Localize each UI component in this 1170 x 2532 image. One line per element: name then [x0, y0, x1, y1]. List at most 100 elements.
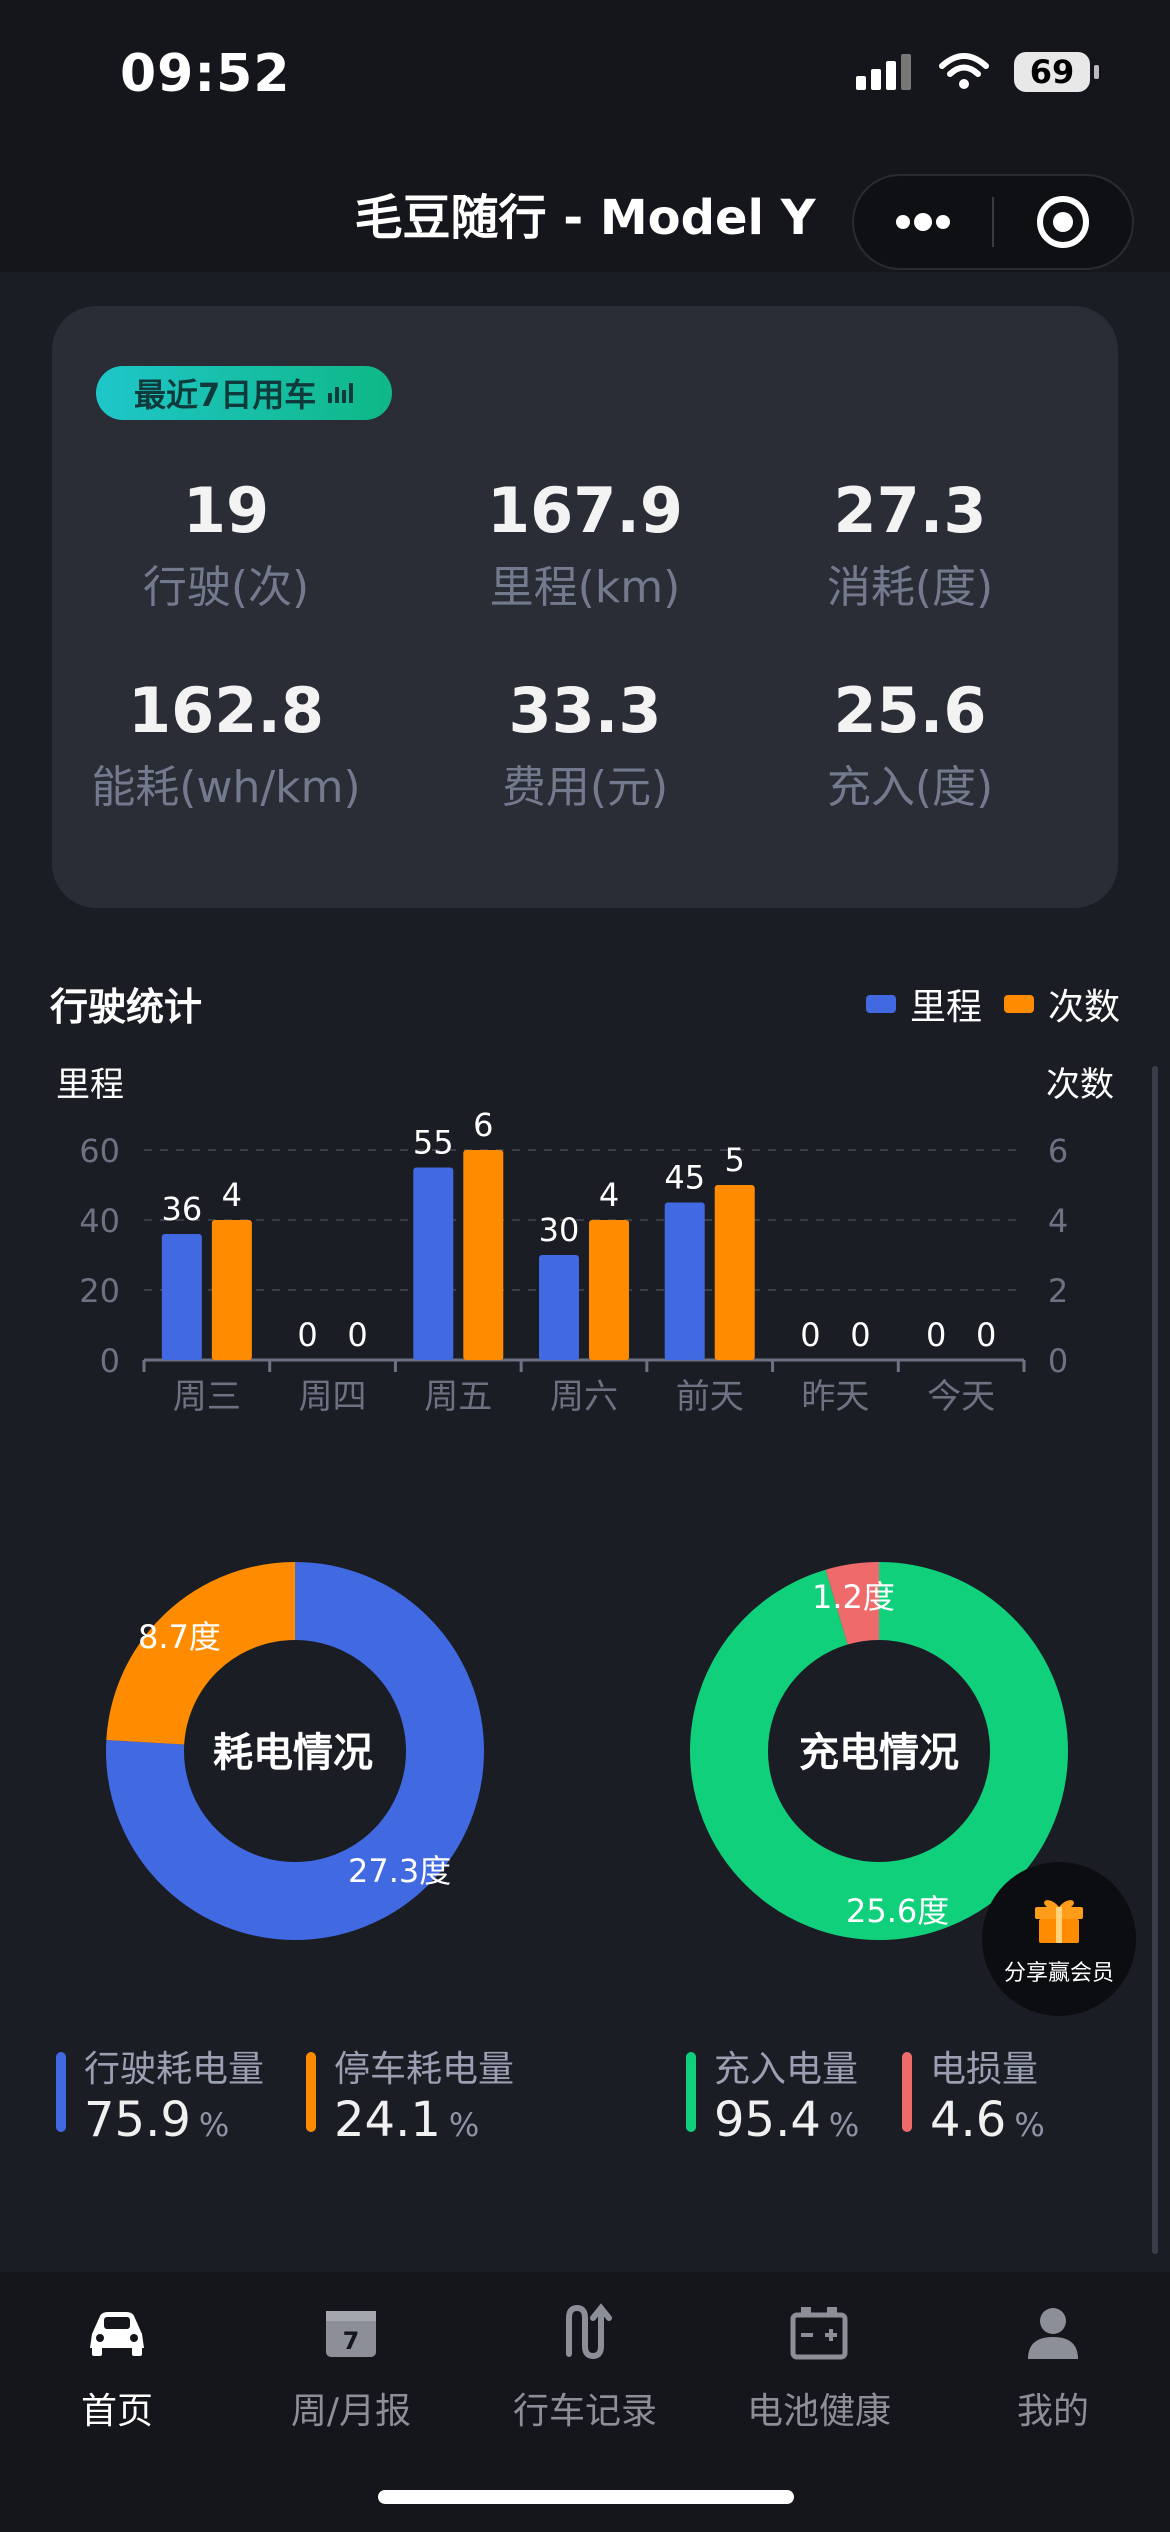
wifi-icon: [939, 53, 989, 89]
tab-trip-records[interactable]: 行车记录: [468, 2292, 702, 2434]
pct-name: 充入电量: [714, 2049, 859, 2090]
route-icon: [566, 2303, 612, 2360]
stat-label: 行驶(次): [142, 562, 310, 613]
bar-mileage: [161, 1234, 202, 1360]
svg-text:7: 7: [343, 2327, 360, 2355]
pct-unit: %: [1014, 2106, 1045, 2144]
legend-swatch-count: [1003, 995, 1034, 1013]
pct-unit: %: [828, 2106, 860, 2144]
data-label-mileage: 30: [539, 1211, 580, 1249]
stat-mileage: 167.9 里程(km): [415, 474, 755, 615]
tab-label: 电池健康: [746, 2391, 891, 2432]
pct-value: 95.4: [714, 2092, 821, 2148]
tab-battery-health[interactable]: 电池健康: [702, 2292, 936, 2434]
data-label-mileage: 55: [413, 1124, 454, 1162]
bar-count: [714, 1185, 755, 1360]
data-label-mileage: 0: [297, 1316, 317, 1354]
pct-bar-driving: [56, 2052, 66, 2132]
pct-bar-charged: [686, 2052, 696, 2132]
stat-label: 费用(元): [501, 762, 669, 813]
data-label-count: 4: [599, 1176, 619, 1214]
data-label-count: 5: [725, 1141, 745, 1179]
nav-bar: 毛豆随行 - Model Y: [0, 150, 1170, 272]
consumption-donut-label: 耗电情况: [213, 1730, 373, 1776]
data-label-count: 4: [222, 1176, 242, 1214]
bar-count: [463, 1150, 504, 1360]
legend-count[interactable]: 次数: [1003, 978, 1120, 1030]
summary-card: 最近7日用车 19 行驶(次) 167.9 里程(km) 27.3 消耗(度) …: [52, 306, 1118, 908]
pct-name: 行驶耗电量: [84, 2049, 265, 2090]
y-tick-label: 0: [100, 1342, 120, 1380]
pct-value: 75.9: [84, 2092, 191, 2148]
stat-value: 25.6: [833, 674, 987, 747]
stat-label: 充入(度): [826, 762, 994, 813]
stat-value: 167.9: [486, 474, 684, 547]
charged-value: 25.6度: [846, 1892, 950, 1930]
stat-label: 能耗(wh/km): [91, 762, 361, 813]
pct-unit: %: [448, 2106, 480, 2144]
share-member-button[interactable]: 分享赢会员: [982, 1862, 1136, 2016]
bar-mileage: [413, 1167, 454, 1360]
stat-value: 27.3: [833, 474, 987, 547]
pct-value: 4.6: [930, 2092, 1007, 2148]
stat-value: 162.8: [127, 674, 325, 747]
driving-consumption-value: 27.3度: [348, 1852, 452, 1890]
y2-axis-title: 次数: [1046, 1065, 1114, 1105]
x-tick-label: 周六: [550, 1377, 618, 1417]
scrollbar[interactable]: [1152, 1066, 1158, 2254]
bar-count: [589, 1220, 629, 1360]
y-axis-title: 里程: [56, 1065, 124, 1105]
pct-bar-loss: [902, 2052, 912, 2132]
data-label-mileage: 0: [800, 1316, 820, 1354]
y-tick-label: 40: [79, 1202, 120, 1240]
tab-bar: 首页 7 周/月报 行车记录 电池健康 我的: [0, 2272, 1170, 2532]
tab-home[interactable]: 首页: [0, 2292, 234, 2434]
more-button[interactable]: [854, 176, 992, 268]
drive-stats-title: 行驶统计: [50, 985, 203, 1029]
signal-icon: [856, 54, 911, 90]
y-tick-label: 60: [79, 1132, 120, 1170]
bar-count: [211, 1220, 252, 1360]
battery-icon: [790, 2307, 848, 2360]
tab-label: 行车记录: [512, 2391, 657, 2432]
car-icon: [90, 2312, 144, 2356]
pct-name: 停车耗电量: [334, 2049, 515, 2090]
target-icon: [1037, 196, 1089, 248]
tab-mine[interactable]: 我的: [936, 2292, 1170, 2434]
charging-loss-value: 1.2度: [812, 1578, 895, 1616]
stat-value: 33.3: [508, 674, 662, 747]
home-indicator: [378, 2490, 794, 2504]
stat-charged: 25.6 充入(度): [740, 674, 1080, 815]
stat-trips: 19 行驶(次): [56, 474, 396, 615]
x-tick-label: 昨天: [801, 1377, 869, 1417]
charged-pct: 充入电量 95.4%: [686, 2040, 859, 2148]
x-tick-label: 前天: [676, 1377, 744, 1417]
legend-count-label: 次数: [1047, 987, 1120, 1028]
tab-label: 首页: [80, 2391, 153, 2432]
drive-stats-chart: 里程 次数02040600246周三36 4周四0 0周五55 6周六304前天45 5昨…: [56, 1065, 1114, 1417]
mini-program-capsule: [852, 174, 1134, 270]
y2-tick-label: 0: [1048, 1342, 1068, 1380]
user-icon: [1028, 2308, 1078, 2359]
legend-swatch-mileage: [865, 995, 896, 1013]
recent-7-days-badge[interactable]: 最近7日用车: [96, 366, 393, 420]
loss-pct: 电损量 4.6%: [902, 2040, 1045, 2148]
status-time: 09:52: [120, 44, 291, 104]
stat-value: 19: [182, 474, 270, 547]
data-label-count: 0: [347, 1316, 367, 1354]
y2-tick-label: 2: [1048, 1272, 1068, 1310]
close-button[interactable]: [994, 176, 1132, 268]
parking-consumption-value: 8.7度: [138, 1618, 221, 1656]
pct-unit: %: [198, 2106, 230, 2144]
data-label-count: 0: [976, 1316, 996, 1354]
y2-tick-label: 4: [1048, 1202, 1068, 1240]
pct-bar-parking: [306, 2052, 316, 2132]
legend-mileage[interactable]: 里程: [865, 978, 982, 1030]
calendar-icon: 7: [326, 2311, 376, 2357]
data-label-count: 6: [473, 1106, 493, 1144]
x-tick-label: 周四: [299, 1377, 367, 1417]
tab-report[interactable]: 7 周/月报: [234, 2292, 468, 2434]
gift-label: 分享赢会员: [1003, 1961, 1114, 1986]
data-label-mileage: 0: [926, 1316, 946, 1354]
parking-consumption-pct: 停车耗电量 24.1%: [306, 2040, 514, 2148]
